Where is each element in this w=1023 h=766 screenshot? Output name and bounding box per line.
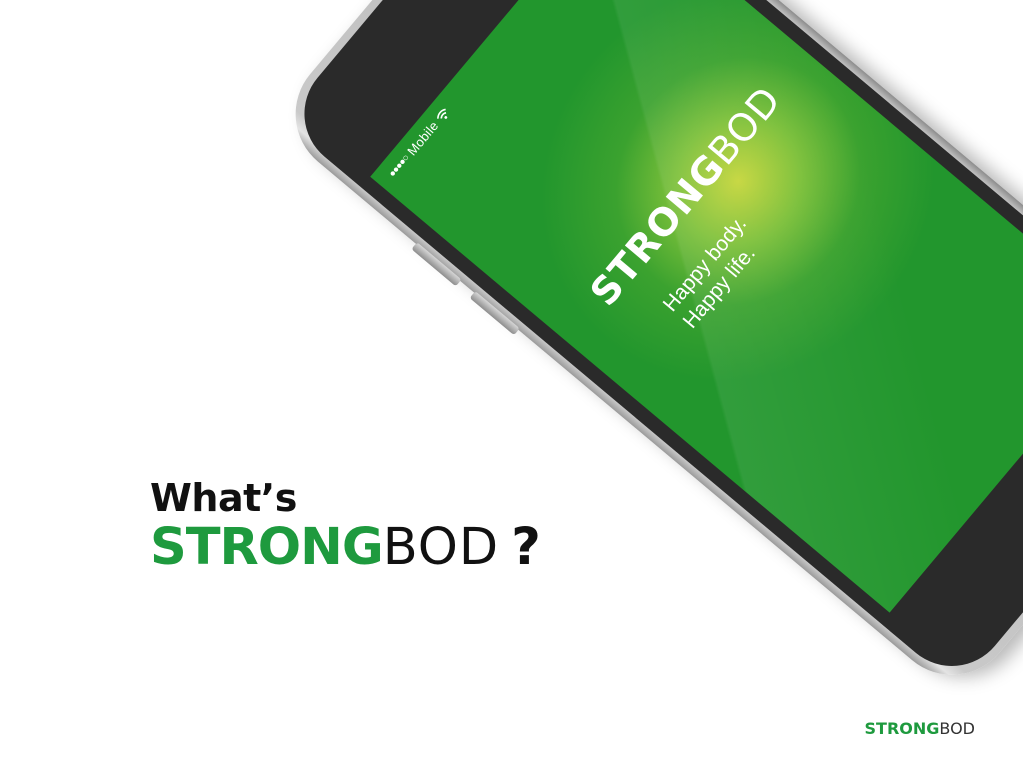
headline-whats: What’s [150, 476, 297, 520]
headline-brand-strong: STRONG [150, 518, 384, 577]
footer-logo-bod: BOD [939, 719, 975, 738]
footer-logo: STRONGBOD [865, 719, 976, 738]
headline-brand-line: STRONG BOD ? [150, 520, 541, 576]
headline-question-mark: ? [511, 518, 541, 577]
footer-logo-strong: STRONG [864, 719, 940, 738]
headline-brand-bod: BOD [382, 518, 500, 577]
phone-mockup: ●●●●○ Mobile STRONGBOD Happy body. Happy… [270, 0, 1023, 701]
headline: What’s STRONG BOD ? [150, 476, 541, 576]
